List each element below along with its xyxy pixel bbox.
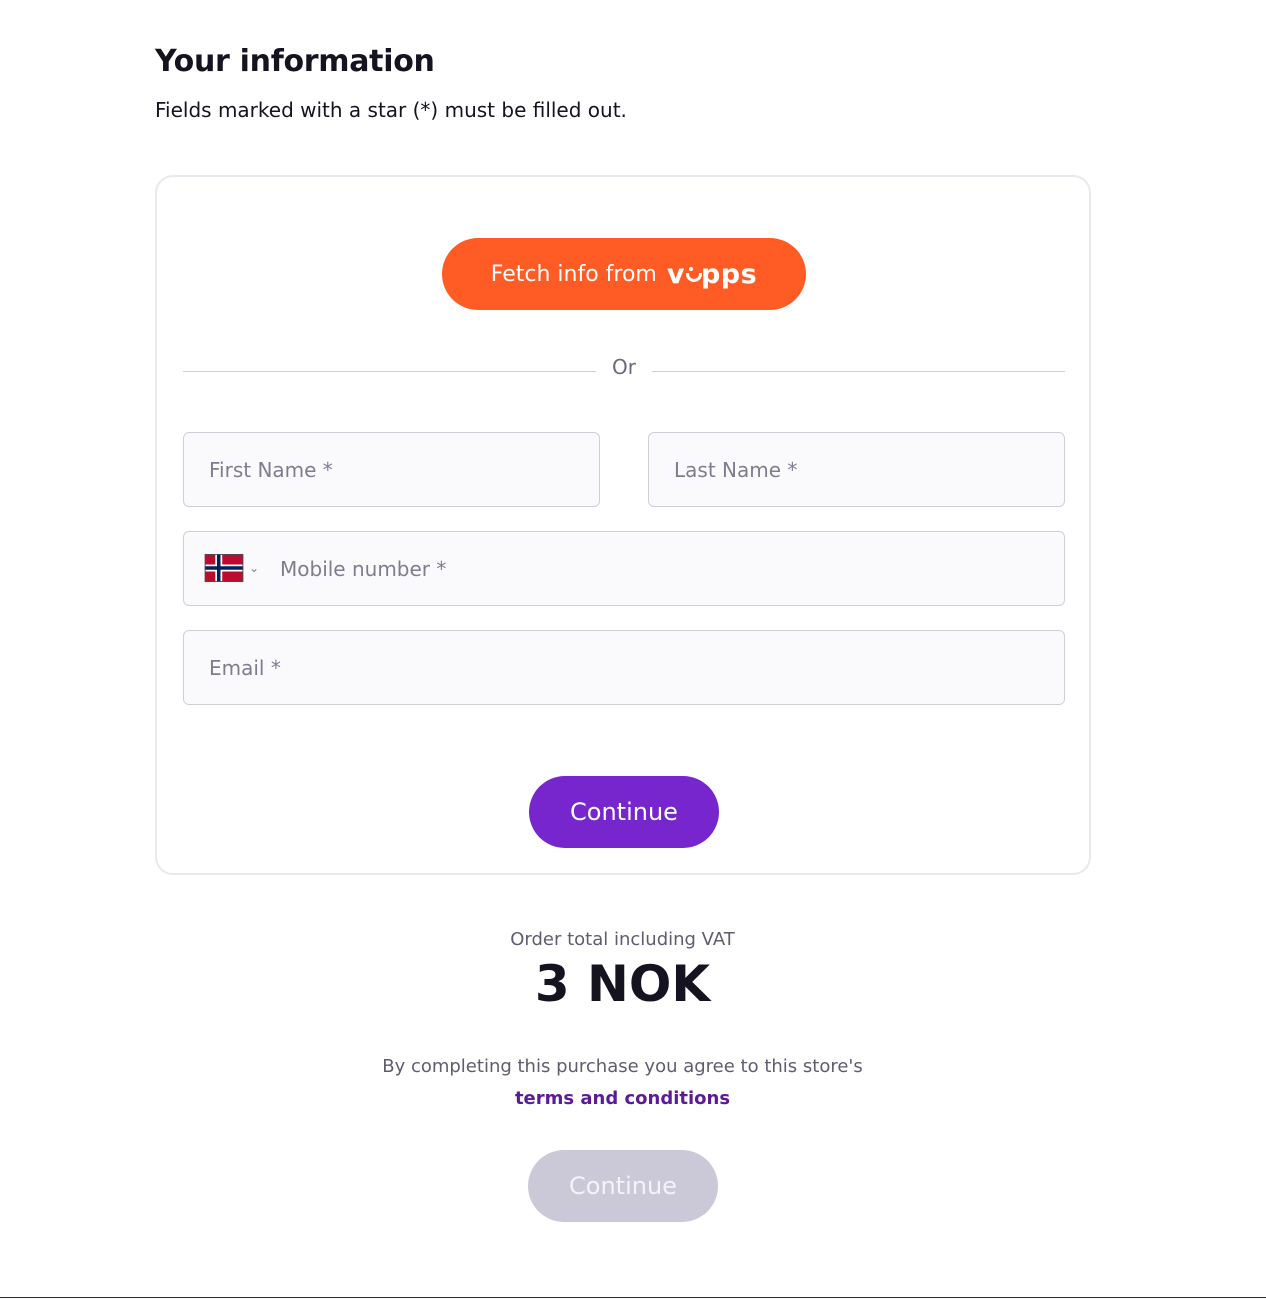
country-code-select[interactable]: ⌄: [204, 552, 259, 584]
mobile-number-input[interactable]: [280, 532, 1060, 605]
vipps-smile-icon: [685, 267, 702, 282]
order-total-value: 3 NOK: [534, 955, 711, 1013]
fetch-from-vipps-button[interactable]: Fetch info from v pps: [442, 238, 806, 310]
page-subtitle: Fields marked with a star (*) must be fi…: [155, 98, 627, 122]
vipps-button-label: Fetch info from: [490, 261, 657, 287]
vipps-logo-text-start: v: [666, 258, 685, 290]
divider-line-right: [652, 371, 1065, 372]
order-total-label: Order total including VAT: [510, 929, 735, 950]
continue-button-disabled[interactable]: Continue: [528, 1150, 718, 1222]
page-title: Your information: [155, 44, 435, 79]
norway-flag-icon: [204, 554, 244, 582]
terms-and-conditions-link[interactable]: terms and conditions: [515, 1088, 730, 1109]
email-input[interactable]: [183, 630, 1065, 705]
terms-text: By completing this purchase you agree to…: [382, 1056, 863, 1077]
divider-text: Or: [612, 355, 636, 379]
information-card: Fetch info from v pps Or ⌄ Continue: [155, 175, 1091, 875]
continue-button[interactable]: Continue: [529, 776, 719, 848]
last-name-input[interactable]: [648, 432, 1065, 507]
vipps-logo-text-end: pps: [700, 258, 758, 290]
vipps-logo: v pps: [667, 259, 757, 290]
chevron-down-icon: ⌄: [249, 561, 260, 575]
first-name-input[interactable]: [183, 432, 600, 507]
divider-line-left: [183, 371, 596, 372]
terms-link-row: terms and conditions: [0, 1088, 1245, 1109]
bottom-divider: [0, 1297, 1266, 1298]
mobile-number-field: ⌄: [183, 531, 1065, 606]
